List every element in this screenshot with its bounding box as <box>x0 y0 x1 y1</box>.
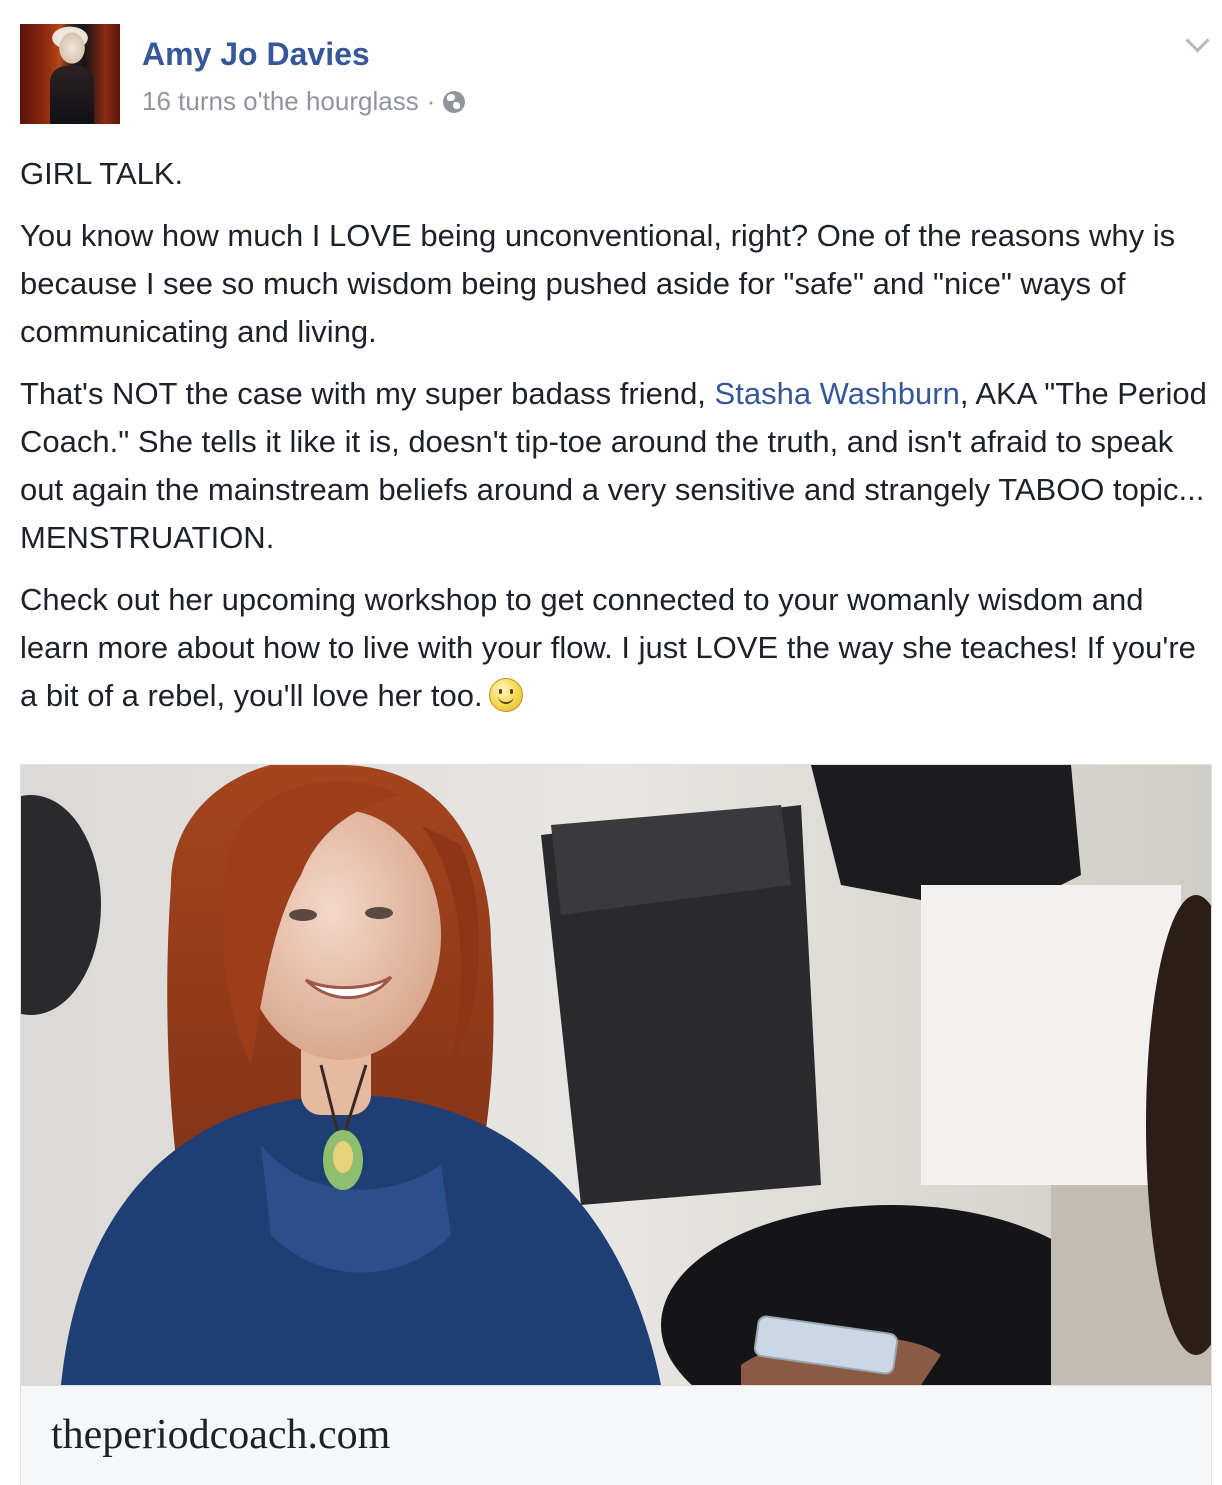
post-paragraph-4: Check out her upcoming workshop to get c… <box>20 576 1215 720</box>
link-domain[interactable]: theperiodcoach.com <box>51 1410 390 1460</box>
post-paragraph-3: That's NOT the case with my super badass… <box>20 370 1215 562</box>
post-paragraph-2: You know how much I LOVE being unconvent… <box>20 218 1176 349</box>
mention-link-stasha-washburn[interactable]: Stasha Washburn <box>715 376 960 411</box>
post-meta: 16 turns o'the hourglass · <box>142 86 466 116</box>
link-preview-card[interactable]: theperiodcoach.com <box>20 764 1212 1485</box>
globe-icon[interactable] <box>443 91 466 113</box>
post-timestamp[interactable]: 16 turns o'the hourglass <box>142 86 419 116</box>
link-preview-image[interactable] <box>21 765 1211 1385</box>
smiley-icon <box>488 678 523 712</box>
author-avatar[interactable] <box>20 24 120 124</box>
paragraph-4-text: Check out her upcoming workshop to get c… <box>20 582 1196 713</box>
post-paragraph-1: GIRL TALK. <box>20 156 184 191</box>
link-preview-caption[interactable]: theperiodcoach.com <box>21 1385 1211 1485</box>
paragraph-3-text-start: That's NOT the case with my super badass… <box>20 376 715 411</box>
photo-woman-smiling <box>21 765 1211 1385</box>
meta-separator: · <box>426 86 436 116</box>
chevron-down-icon[interactable] <box>1185 28 1210 53</box>
post-header: Amy Jo Davies 16 turns o'the hourglass · <box>20 24 1210 124</box>
author-name[interactable]: Amy Jo Davies <box>142 36 370 72</box>
post-text: GIRL TALK. You know how much I LOVE bein… <box>20 150 1215 734</box>
